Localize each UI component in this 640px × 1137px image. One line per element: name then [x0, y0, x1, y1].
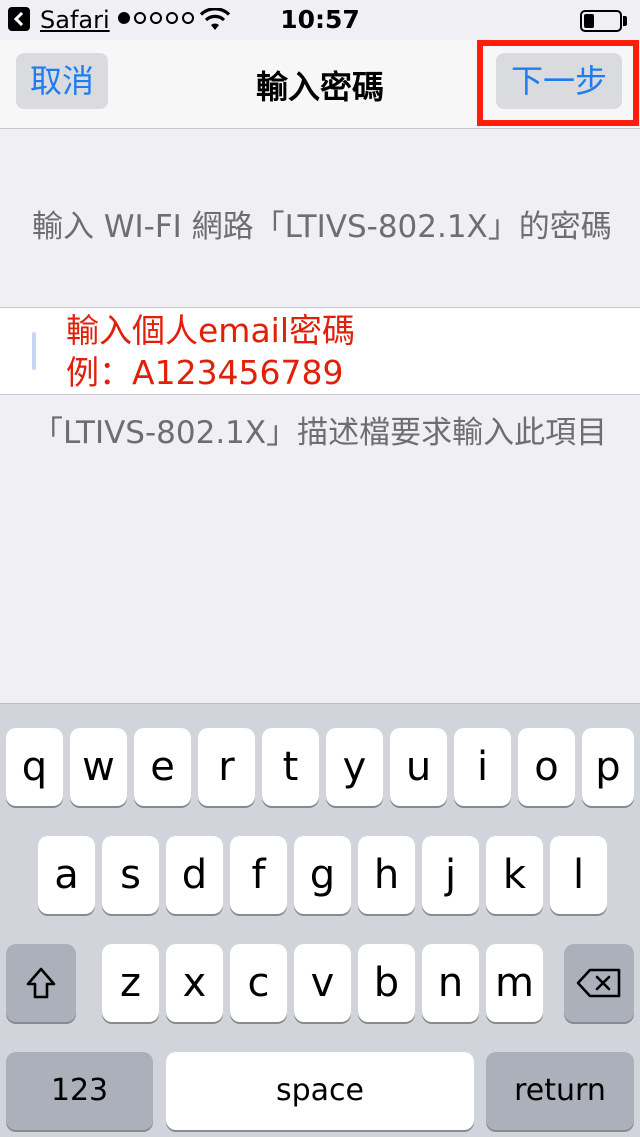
return-key[interactable]: return	[486, 1052, 634, 1130]
keyboard: q w e r t y u i o p a s d f g h j k l z …	[0, 703, 640, 1137]
key-i[interactable]: i	[454, 728, 511, 806]
key-s[interactable]: s	[102, 836, 159, 914]
key-e[interactable]: e	[134, 728, 191, 806]
key-b[interactable]: b	[358, 944, 415, 1022]
shift-key[interactable]	[6, 944, 76, 1022]
key-f[interactable]: f	[230, 836, 287, 914]
key-j[interactable]: j	[422, 836, 479, 914]
hint-line-2: 例：A123456789	[66, 353, 344, 392]
key-d[interactable]: d	[166, 836, 223, 914]
key-u[interactable]: u	[390, 728, 447, 806]
key-g[interactable]: g	[294, 836, 351, 914]
key-a[interactable]: a	[38, 836, 95, 914]
key-r[interactable]: r	[198, 728, 255, 806]
text-caret	[32, 332, 36, 370]
numbers-key[interactable]: 123	[6, 1052, 153, 1130]
shift-icon	[26, 967, 56, 999]
battery-icon	[580, 10, 622, 32]
highlight-box	[477, 40, 639, 126]
key-y[interactable]: y	[326, 728, 383, 806]
key-p[interactable]: p	[582, 728, 634, 806]
key-c[interactable]: c	[230, 944, 287, 1022]
battery-nub	[623, 16, 627, 26]
hint-line-1: 輸入個人email密碼	[66, 311, 356, 350]
key-h[interactable]: h	[358, 836, 415, 914]
key-l[interactable]: l	[550, 836, 607, 914]
key-m[interactable]: m	[486, 944, 543, 1022]
password-hint: 輸入個人email密碼 例：A123456789	[66, 310, 355, 394]
profile-requirement-text: 「LTIVS-802.1X」描述檔要求輸入此項目	[32, 415, 608, 451]
key-k[interactable]: k	[486, 836, 543, 914]
key-v[interactable]: v	[294, 944, 351, 1022]
key-o[interactable]: o	[518, 728, 575, 806]
password-prompt-text: 輸入 WI-FI 網路「LTIVS-802.1X」的密碼	[32, 209, 612, 245]
delete-key[interactable]	[564, 944, 634, 1022]
status-bar: Safari 10:57	[0, 0, 640, 40]
delete-backspace-icon	[576, 968, 621, 998]
key-z[interactable]: z	[102, 944, 159, 1022]
password-input[interactable]: 輸入個人email密碼 例：A123456789	[0, 307, 640, 395]
clock: 10:57	[280, 5, 360, 34]
key-x[interactable]: x	[166, 944, 223, 1022]
key-n[interactable]: n	[422, 944, 479, 1022]
key-q[interactable]: q	[6, 728, 63, 806]
navigation-bar: 取消 輸入密碼 下一步	[0, 40, 640, 129]
space-key[interactable]: space	[166, 1052, 474, 1130]
key-w[interactable]: w	[70, 728, 127, 806]
key-t[interactable]: t	[262, 728, 319, 806]
